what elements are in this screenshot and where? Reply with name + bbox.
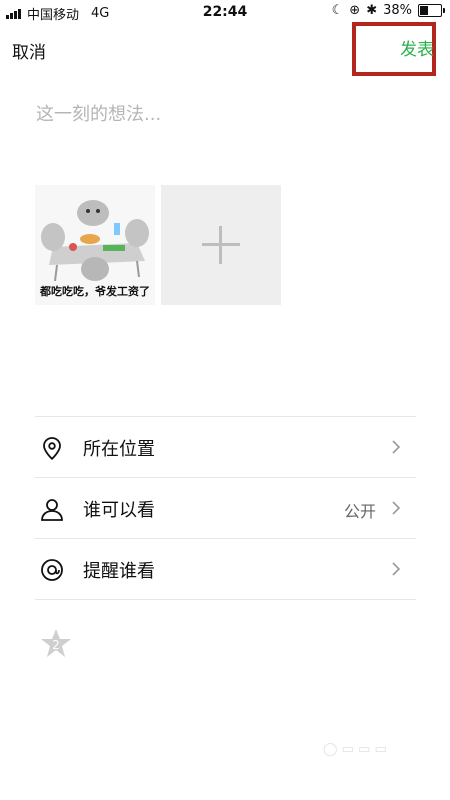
battery-percent: 38% [383, 3, 412, 18]
rotation-lock-icon: ⊕ [349, 3, 361, 18]
location-label: 所在位置 [83, 439, 155, 460]
person-icon [41, 499, 63, 521]
image-thumbnail[interactable]: 都吃吃吃，爷发工资了 [35, 185, 155, 305]
plus-icon-vertical [219, 226, 222, 264]
visibility-value: 公开 [343, 502, 376, 521]
status-right: ☾ ⊕ ✱ 38% [331, 3, 445, 18]
bluetooth-icon: ✱ [366, 3, 378, 18]
battery-fill [420, 6, 428, 15]
watermark-logo: ◯ ▭ ▭ ▭ [323, 742, 387, 757]
publish-button[interactable]: 发表 [400, 35, 434, 60]
location-pin-icon [43, 437, 61, 461]
chevron-right-icon [392, 440, 401, 454]
status-bar: 中国移动 4G 22:44 ☾ ⊕ ✱ 38% [0, 0, 450, 24]
visibility-label: 谁可以看 [83, 500, 155, 521]
star-badge-icon[interactable]: 2 [40, 627, 72, 659]
add-image-button[interactable] [161, 185, 281, 305]
thought-input[interactable]: 这一刻的想法... [36, 100, 161, 126]
visibility-row[interactable]: 谁可以看 公开 [35, 477, 416, 538]
location-row[interactable]: 所在位置 [35, 416, 416, 477]
svg-text:2: 2 [52, 638, 60, 652]
moon-icon: ☾ [331, 3, 344, 18]
publish-highlight-box: 发表 [352, 22, 436, 76]
option-list: 所在位置 谁可以看 公开 提醒谁看 [35, 416, 416, 600]
image-caption: 都吃吃吃，爷发工资了 [40, 285, 150, 298]
cancel-button[interactable]: 取消 [12, 38, 46, 63]
battery-icon [418, 4, 445, 17]
mention-row[interactable]: 提醒谁看 [35, 538, 416, 600]
at-icon [41, 559, 63, 581]
chevron-right-icon [392, 501, 401, 515]
mention-label: 提醒谁看 [83, 561, 155, 582]
chevron-right-icon [392, 562, 401, 576]
